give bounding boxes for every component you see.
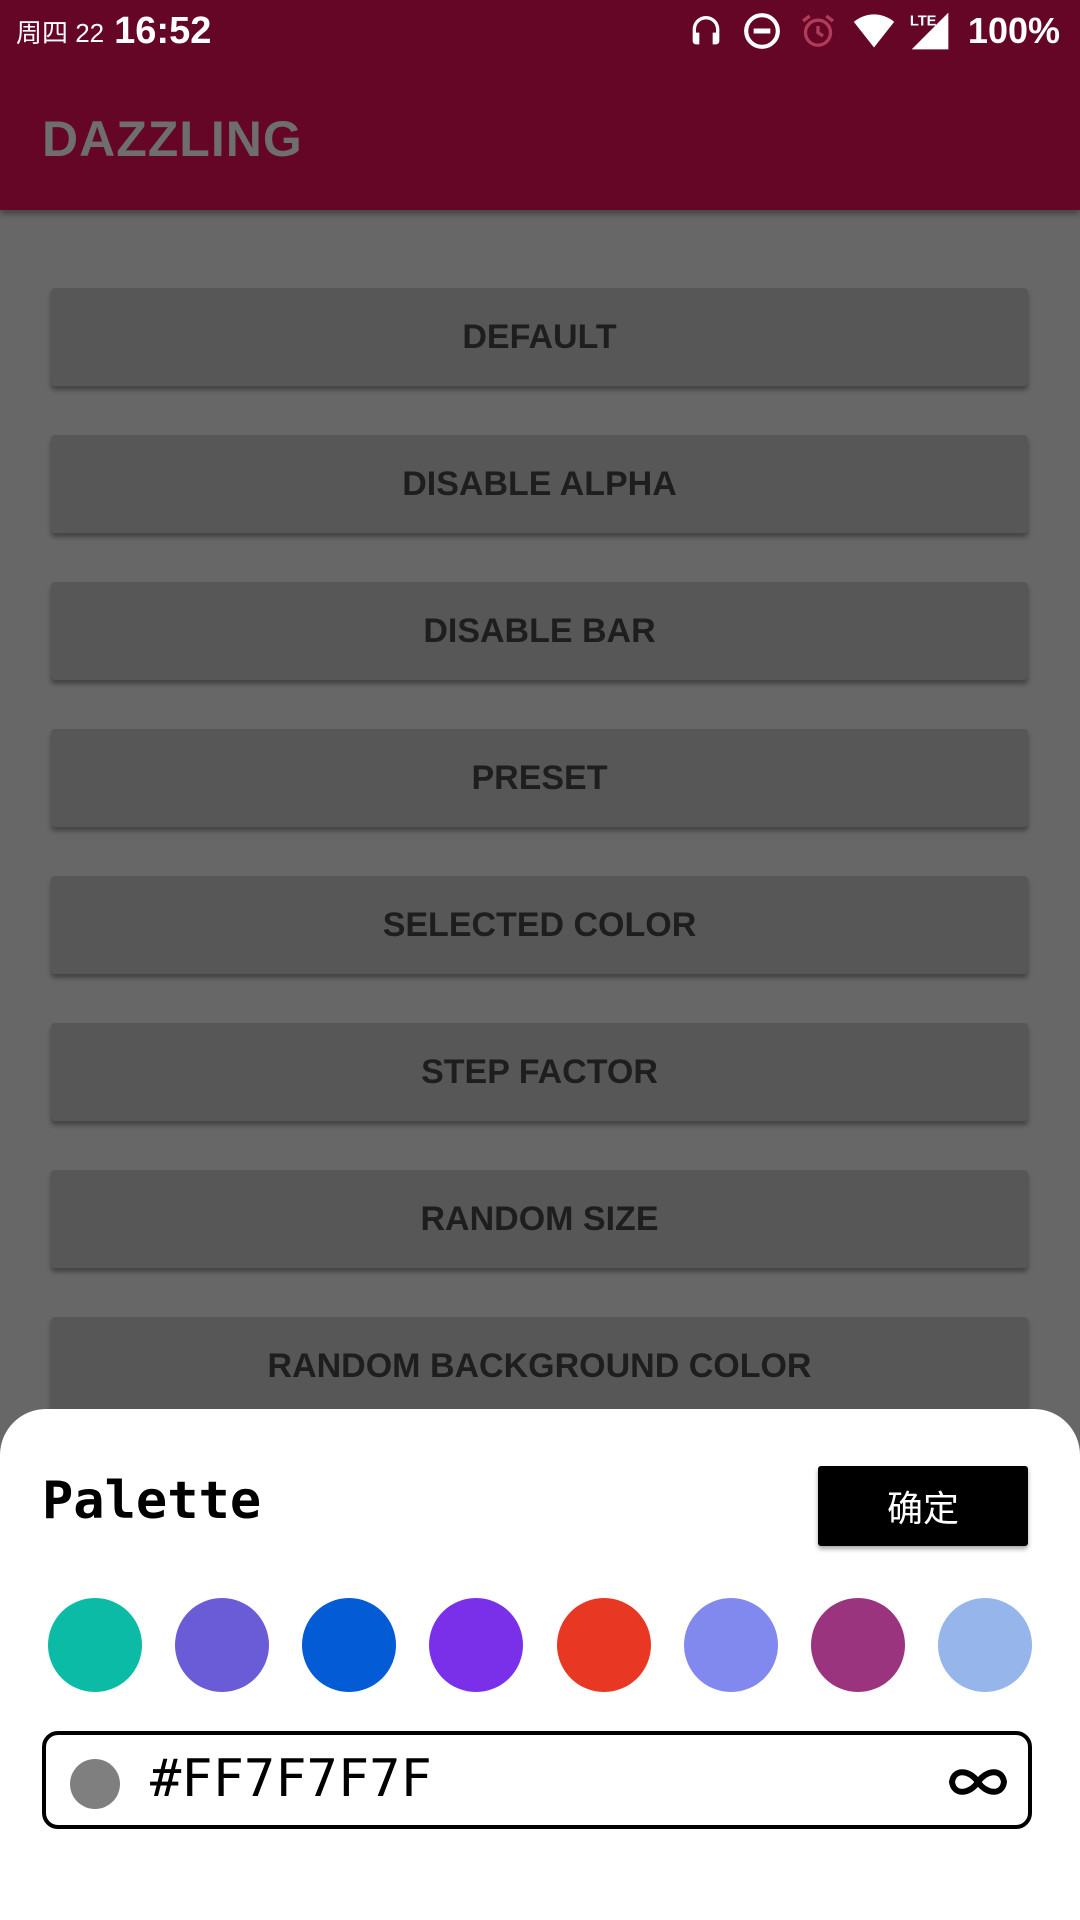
selected-color-button[interactable]: SELECTED COLOR bbox=[51, 876, 1028, 974]
color-swatch[interactable] bbox=[937, 1598, 1032, 1692]
do-not-disturb-icon bbox=[740, 9, 784, 53]
status-left: 周四 22 16:52 bbox=[16, 0, 211, 62]
color-swatch[interactable] bbox=[48, 1598, 142, 1692]
default-button[interactable]: DEFAULT bbox=[51, 288, 1028, 386]
wifi-icon bbox=[852, 9, 896, 53]
color-swatch[interactable] bbox=[810, 1598, 905, 1692]
hex-color-field[interactable]: #FF7F7F7F bbox=[42, 1731, 1032, 1829]
disable-bar-button[interactable]: DISABLE BAR bbox=[51, 582, 1028, 680]
battery-percent: 100% bbox=[967, 10, 1060, 51]
random-background-color-button[interactable]: RANDOM BACKGROUND COLOR bbox=[51, 1317, 1028, 1415]
status-time: 16:52 bbox=[114, 9, 212, 52]
status-bar: 周四 22 16:52 LTE 100% bbox=[0, 0, 1080, 62]
color-swatch[interactable] bbox=[175, 1598, 270, 1692]
color-swatch[interactable] bbox=[683, 1598, 778, 1692]
svg-text:LTE: LTE bbox=[910, 14, 937, 30]
step-factor-button[interactable]: STEP FACTOR bbox=[51, 1023, 1028, 1121]
hex-color-value[interactable]: #FF7F7F7F bbox=[150, 1749, 432, 1809]
app-bar: DAZZLING bbox=[0, 62, 1080, 210]
preset-button[interactable]: PRESET bbox=[51, 729, 1028, 827]
current-color-dot bbox=[70, 1759, 120, 1809]
palette-sheet: Palette 确定 #FF7F7F7F bbox=[0, 1409, 1080, 1920]
color-swatch[interactable] bbox=[429, 1598, 524, 1692]
lte-signal-icon: LTE bbox=[908, 9, 952, 53]
swatch-row bbox=[48, 1598, 1032, 1692]
color-swatch[interactable] bbox=[302, 1598, 397, 1692]
random-size-button[interactable]: RANDOM SIZE bbox=[51, 1170, 1028, 1268]
color-swatch[interactable] bbox=[556, 1598, 651, 1692]
status-right: LTE 100% bbox=[672, 0, 1060, 62]
palette-title: Palette bbox=[42, 1471, 262, 1531]
status-date: 周四 22 bbox=[16, 17, 105, 48]
disable-alpha-button[interactable]: DISABLE ALPHA bbox=[51, 435, 1028, 533]
confirm-button[interactable]: 确定 bbox=[818, 1466, 1028, 1546]
infinity-icon[interactable] bbox=[944, 1757, 1012, 1807]
alarm-icon bbox=[796, 9, 840, 53]
headphones-icon bbox=[684, 9, 728, 53]
app-title: DAZZLING bbox=[42, 111, 303, 167]
